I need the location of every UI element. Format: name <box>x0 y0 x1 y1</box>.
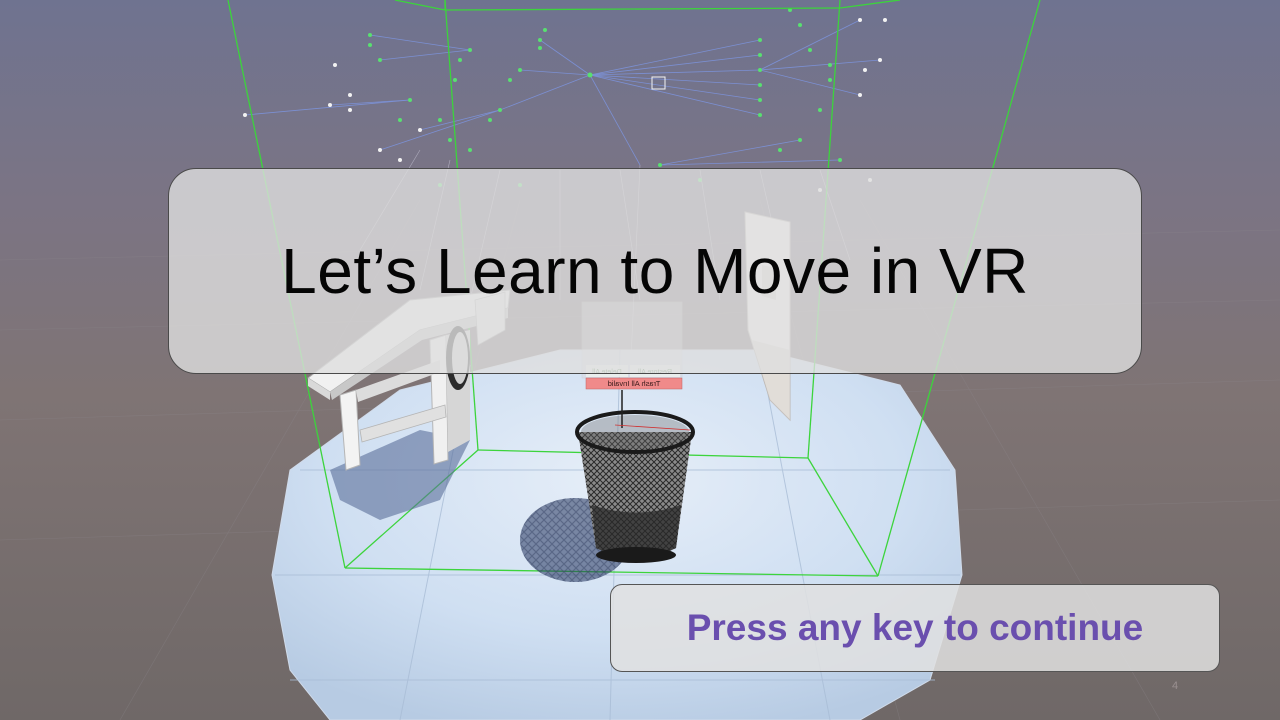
hierarchy-tree-lines <box>244 19 881 166</box>
ui-board-trash-label: Trash All Invalid <box>608 379 661 388</box>
hierarchy-tree-leaf-nodes <box>243 18 887 192</box>
slide-title: Let’s Learn to Move in VR <box>281 235 1029 307</box>
continue-button[interactable]: Press any key to continue <box>610 584 1220 672</box>
trash-bin-model <box>575 390 695 563</box>
slide-number: 4 <box>1172 680 1179 692</box>
continue-prompt: Press any key to continue <box>686 607 1144 648</box>
hierarchy-tree-nodes <box>368 8 842 187</box>
title-panel: Let’s Learn to Move in VR <box>168 168 1142 374</box>
vr-scene-viewport: Delete All Restore All Trash All Invalid… <box>0 0 1280 720</box>
